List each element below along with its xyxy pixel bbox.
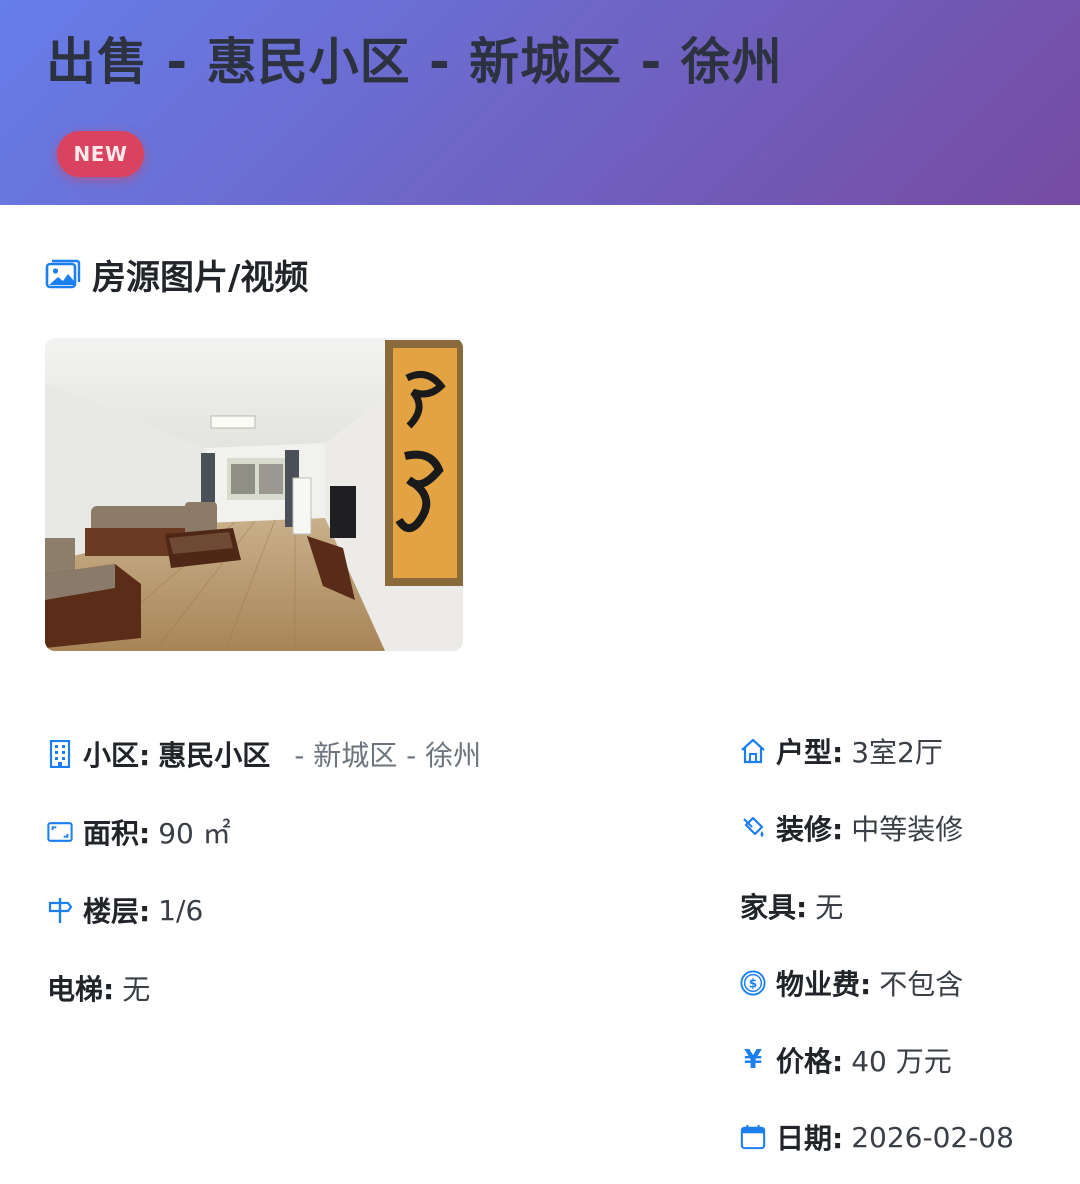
- page-title: 出售 - 惠民小区 - 新城区 - 徐州: [46, 33, 783, 91]
- listing-header: 出售 - 惠民小区 - 新城区 - 徐州 NEW: [0, 0, 1080, 205]
- floor-label: 楼层:: [83, 895, 151, 928]
- price-label: 价格:: [776, 1045, 844, 1078]
- property-fee-label: 物业费:: [776, 968, 872, 1001]
- svg-text:$: $: [749, 977, 757, 991]
- date-label: 日期:: [776, 1122, 844, 1155]
- detail-community: 小区: 惠民小区 - 新城区 - 徐州: [47, 734, 481, 774]
- signpost-icon: [47, 897, 73, 923]
- paint-bucket-icon: [740, 815, 766, 841]
- furniture-value: 无: [815, 891, 844, 924]
- community-value: 惠民小区: [158, 739, 271, 772]
- detail-furniture: 家具: 无: [740, 886, 843, 926]
- detail-layout: 户型: 3室2厅: [740, 731, 943, 771]
- floor-value: 1/6: [158, 893, 204, 927]
- building-icon: [47, 740, 73, 768]
- decoration-label: 装修:: [776, 813, 844, 846]
- detail-date: 日期: 2026-02-08: [740, 1117, 1014, 1157]
- property-fee-value: 不包含: [879, 968, 964, 1001]
- area-value: 90 ㎡: [158, 817, 231, 850]
- decoration-value: 中等装修: [851, 813, 964, 846]
- detail-property-fee: $ 物业费: 不包含: [740, 963, 963, 1003]
- calendar-icon: [740, 1124, 766, 1150]
- detail-decoration: 装修: 中等装修: [740, 808, 963, 848]
- house-icon: [740, 738, 766, 764]
- media-section-title: 房源图片/视频: [92, 257, 309, 298]
- community-label: 小区:: [83, 739, 151, 772]
- detail-price: ¥ 价格: 40 万元: [740, 1040, 952, 1080]
- yen-icon: ¥: [743, 1045, 763, 1075]
- detail-area: 面积: 90 ㎡: [47, 812, 231, 852]
- dollar-circle-icon: $: [740, 970, 766, 996]
- community-location: - 新城区 - 徐州: [294, 739, 482, 772]
- elevator-label: 电梯:: [47, 973, 115, 1006]
- area-icon: [47, 819, 73, 845]
- detail-floor: 楼层: 1/6: [47, 890, 203, 930]
- date-value: 2026-02-08: [851, 1120, 1014, 1154]
- area-label: 面积:: [83, 817, 151, 850]
- media-section-heading: 房源图片/视频: [45, 250, 308, 298]
- layout-value: 3室2厅: [851, 736, 943, 769]
- detail-elevator: 电梯: 无: [47, 968, 150, 1008]
- elevator-value: 无: [122, 973, 151, 1006]
- price-value: 40 万元: [851, 1045, 952, 1078]
- furniture-label: 家具:: [740, 891, 808, 924]
- layout-label: 户型:: [776, 736, 844, 769]
- images-icon: [45, 256, 81, 292]
- listing-photo[interactable]: [45, 338, 463, 651]
- new-badge: NEW: [57, 131, 144, 177]
